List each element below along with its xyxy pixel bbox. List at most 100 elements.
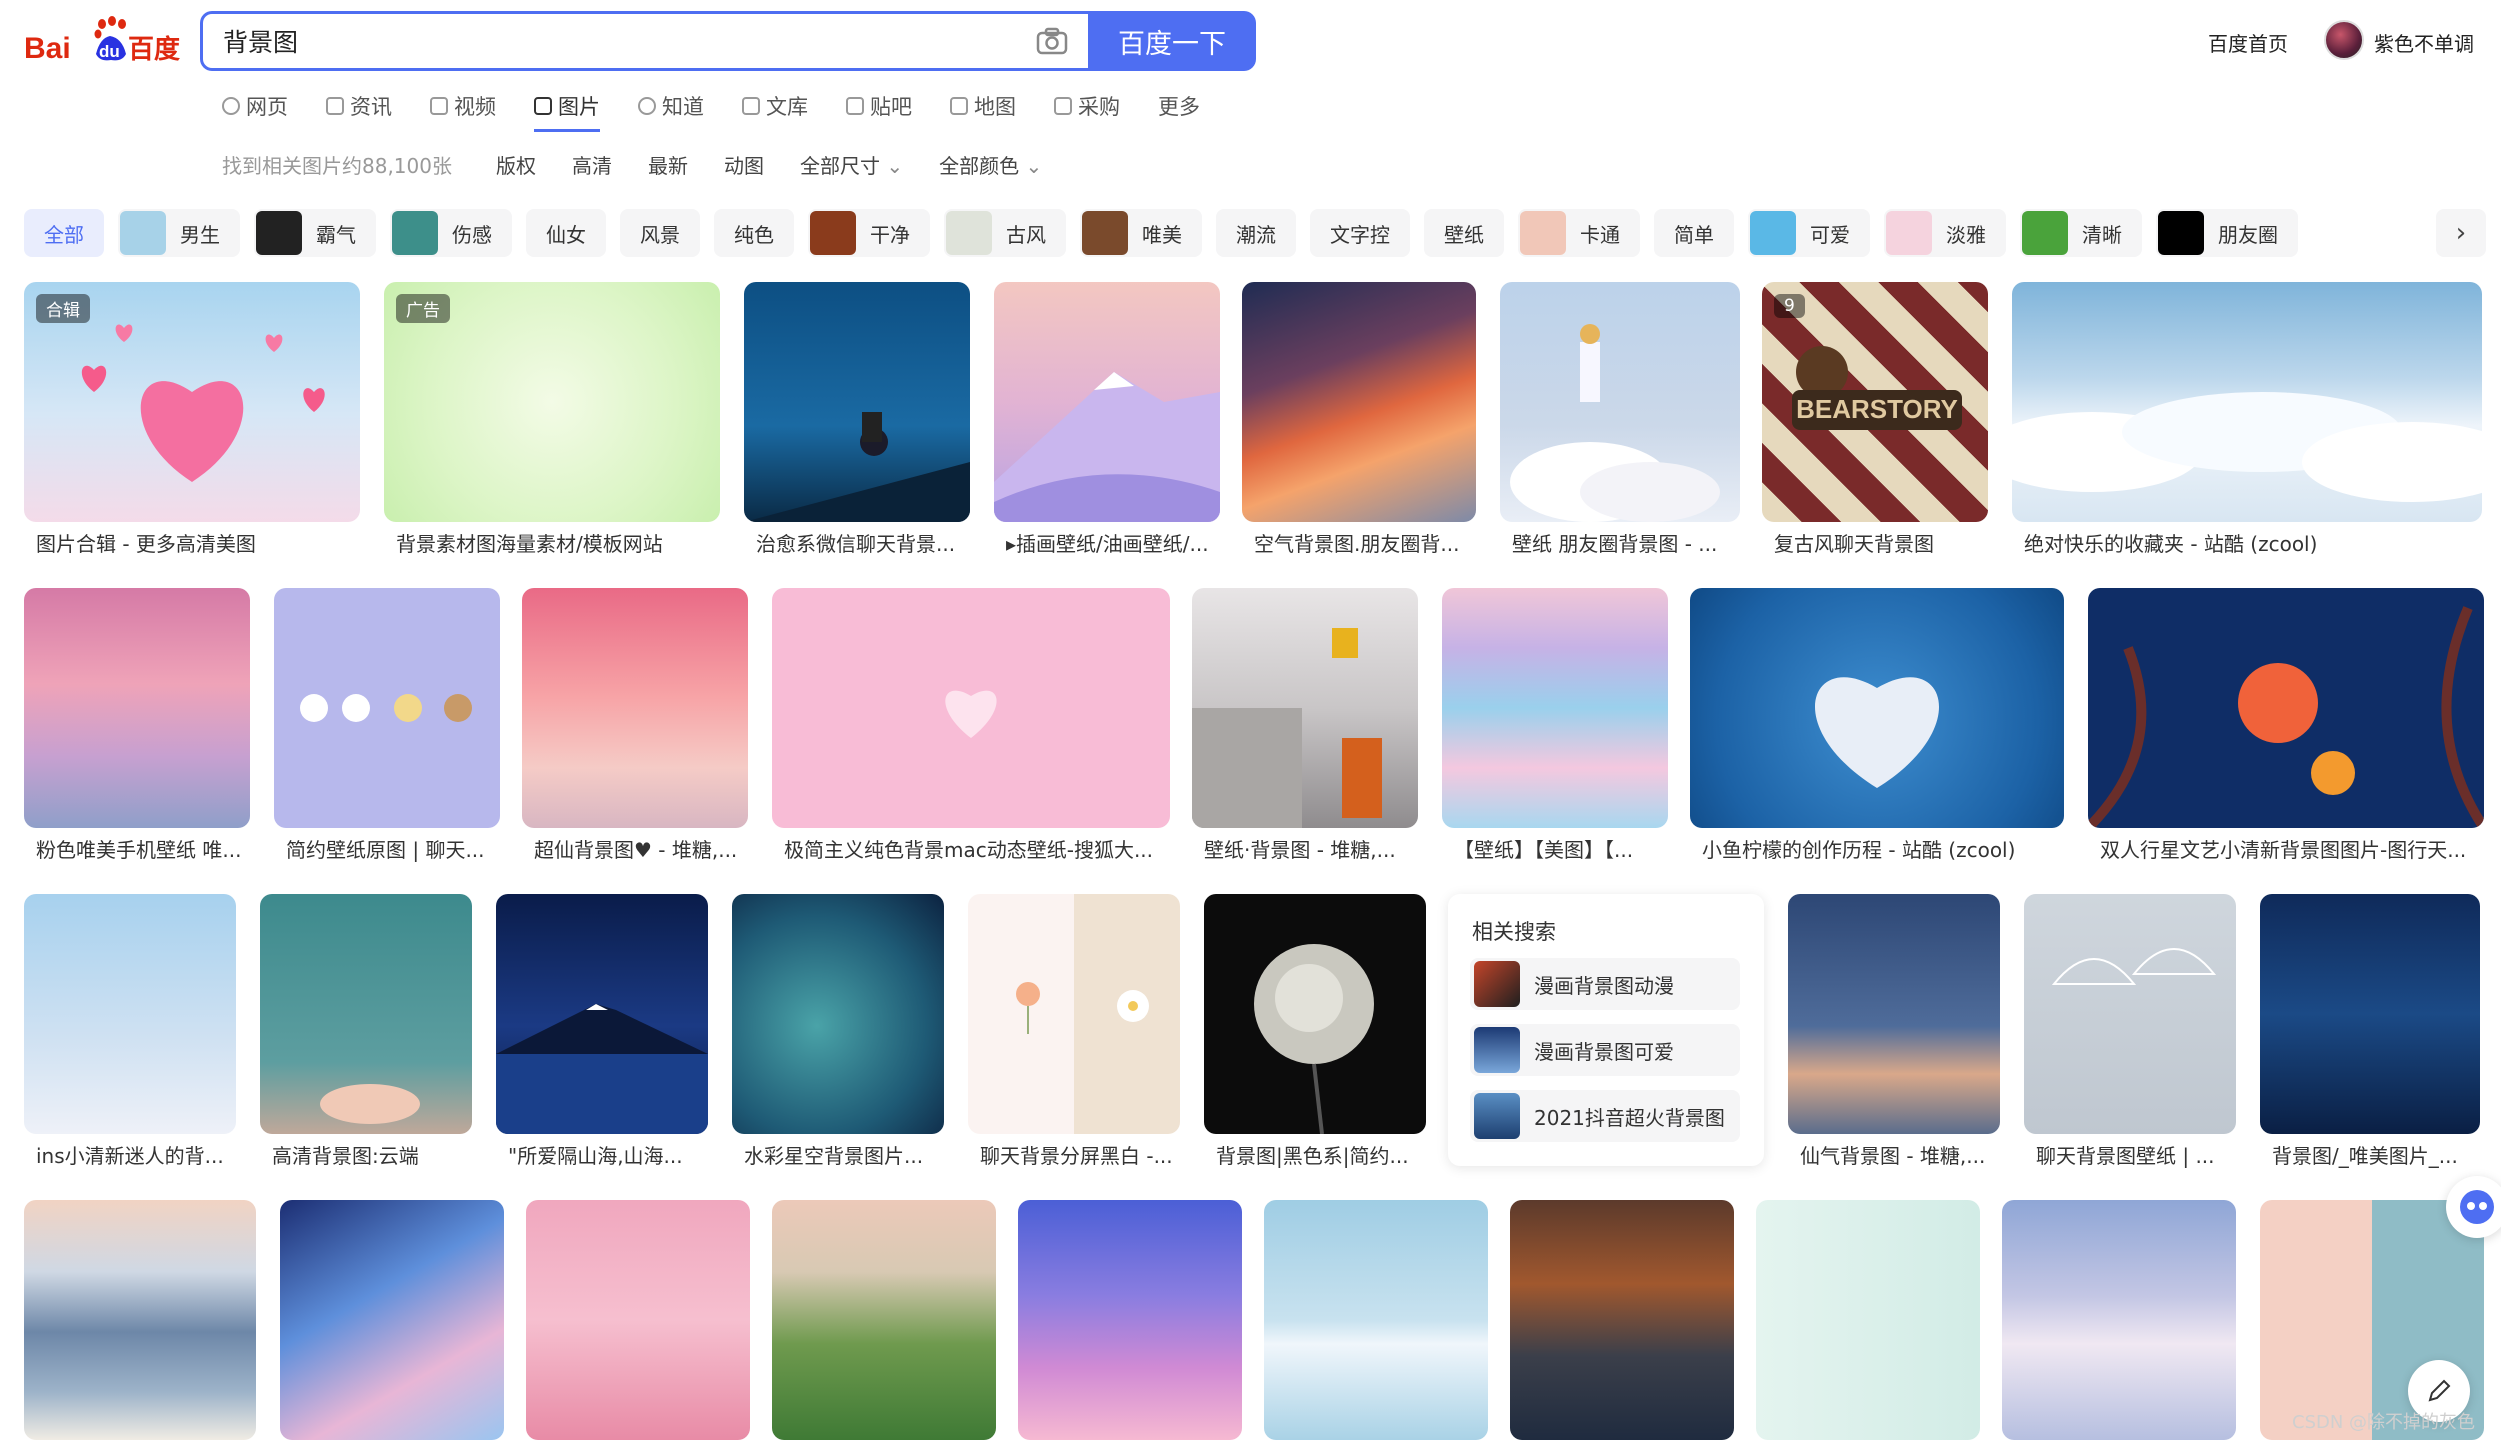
category-chip[interactable]: 干净: [808, 209, 930, 257]
image-thumbnail[interactable]: BEARSTORY 9: [1762, 282, 1988, 522]
image-caption[interactable]: 壁纸·背景图 - 堆糖,...: [1204, 834, 1414, 863]
image-thumbnail[interactable]: 合辑: [24, 282, 360, 522]
image-card[interactable]: 聊天背景图壁纸 | ...: [2024, 894, 2236, 1174]
image-card[interactable]: [280, 1200, 504, 1440]
image-card[interactable]: BEARSTORY 9 复古风聊天背景图: [1762, 282, 1988, 562]
image-caption[interactable]: 背景素材图海量素材/模板网站: [396, 528, 716, 557]
category-chip[interactable]: 可爱: [1748, 209, 1870, 257]
image-card[interactable]: 极简主义纯色背景mac动态壁纸-搜狐大...: [772, 588, 1170, 868]
tab-images[interactable]: 图片: [534, 88, 600, 132]
image-card[interactable]: [1510, 1200, 1734, 1440]
image-thumbnail[interactable]: [1264, 1200, 1488, 1440]
category-chip[interactable]: 淡雅: [1884, 209, 2006, 257]
filter-color-dropdown[interactable]: 全部颜色: [939, 150, 1042, 179]
image-thumbnail[interactable]: [526, 1200, 750, 1440]
image-thumbnail[interactable]: [1500, 282, 1740, 522]
image-card[interactable]: 双人行星文艺小清新背景图图片-图行天...: [2088, 588, 2484, 868]
category-chip[interactable]: 壁纸: [1424, 209, 1504, 257]
image-thumbnail[interactable]: [744, 282, 970, 522]
tab-web[interactable]: 网页: [222, 88, 288, 124]
filter-copyright[interactable]: 版权: [496, 150, 536, 179]
image-caption[interactable]: 【壁纸】【美图】【...: [1454, 834, 1664, 863]
category-chip[interactable]: 纯色: [714, 209, 794, 257]
image-card[interactable]: [526, 1200, 750, 1440]
tab-tieba[interactable]: 贴吧: [846, 88, 912, 124]
image-card[interactable]: [1756, 1200, 1980, 1440]
image-caption[interactable]: ins小清新迷人的背...: [36, 1140, 232, 1169]
image-thumbnail[interactable]: [732, 894, 944, 1134]
image-thumbnail[interactable]: [1442, 588, 1668, 828]
image-thumbnail[interactable]: [24, 588, 250, 828]
image-card[interactable]: ins小清新迷人的背...: [24, 894, 236, 1174]
image-card[interactable]: 背景图|黑色系|简约...: [1204, 894, 1426, 1174]
tab-wenku[interactable]: 文库: [742, 88, 808, 124]
image-card[interactable]: [1018, 1200, 1242, 1440]
image-caption[interactable]: 聊天背景分屏黑白 -...: [980, 1140, 1176, 1169]
image-caption[interactable]: 图片合辑 - 更多高清美图: [36, 528, 356, 557]
image-card[interactable]: 【壁纸】【美图】【...: [1442, 588, 1668, 868]
image-card[interactable]: 空气背景图.朋友圈背...: [1242, 282, 1476, 562]
image-caption[interactable]: 绝对快乐的收藏夹 - 站酷 (zcool): [2024, 528, 2474, 557]
image-caption[interactable]: 简约壁纸原图 | 聊天...: [286, 834, 496, 863]
category-chip[interactable]: 伤感: [390, 209, 512, 257]
image-card[interactable]: 高清背景图:云端: [260, 894, 472, 1174]
category-chip[interactable]: 风景: [620, 209, 700, 257]
tab-purchase[interactable]: 采购: [1054, 88, 1120, 124]
image-card[interactable]: 仙气背景图 - 堆糖,...: [1788, 894, 2000, 1174]
related-item[interactable]: 2021抖音超火背景图: [1470, 1090, 1740, 1142]
image-caption[interactable]: 高清背景图:云端: [272, 1140, 468, 1169]
image-thumbnail[interactable]: [2088, 588, 2484, 828]
category-chip[interactable]: 卡通: [1518, 209, 1640, 257]
image-thumbnail[interactable]: [280, 1200, 504, 1440]
image-card[interactable]: 小鱼柠檬的创作历程 - 站酷 (zcool): [1690, 588, 2064, 868]
image-card[interactable]: 粉色唯美手机壁纸 唯...: [24, 588, 250, 868]
tab-zhidao[interactable]: 知道: [638, 88, 704, 124]
image-caption[interactable]: 聊天背景图壁纸 | ...: [2036, 1140, 2232, 1169]
avatar[interactable]: [2324, 20, 2364, 60]
image-caption[interactable]: 小鱼柠檬的创作历程 - 站酷 (zcool): [1702, 834, 2062, 863]
image-card[interactable]: 水彩星空背景图片...: [732, 894, 944, 1174]
search-input[interactable]: [223, 14, 1003, 68]
image-caption[interactable]: 水彩星空背景图片...: [744, 1140, 940, 1169]
image-thumbnail[interactable]: 广告: [384, 282, 720, 522]
category-chip[interactable]: 朋友圈: [2156, 209, 2298, 257]
tab-map[interactable]: 地图: [950, 88, 1016, 124]
image-caption[interactable]: 复古风聊天背景图: [1774, 528, 1984, 557]
username[interactable]: 紫色不单调: [2374, 28, 2474, 57]
image-thumbnail[interactable]: [260, 894, 472, 1134]
filter-latest[interactable]: 最新: [648, 150, 688, 179]
image-caption[interactable]: 仙气背景图 - 堆糖,...: [1800, 1140, 1996, 1169]
image-card[interactable]: 壁纸·背景图 - 堆糖,...: [1192, 588, 1418, 868]
image-caption[interactable]: 空气背景图.朋友圈背...: [1254, 528, 1472, 557]
chat-assistant-button[interactable]: [2446, 1176, 2501, 1238]
image-caption[interactable]: 壁纸 朋友圈背景图 - ...: [1512, 528, 1736, 557]
image-caption[interactable]: "所爱隔山海,山海...: [508, 1140, 704, 1169]
image-caption[interactable]: 极简主义纯色背景mac动态壁纸-搜狐大...: [784, 834, 1164, 863]
filter-hd[interactable]: 高清: [572, 150, 612, 179]
image-thumbnail[interactable]: [1192, 588, 1418, 828]
image-card[interactable]: 超仙背景图♥ - 堆糖,...: [522, 588, 748, 868]
category-chip[interactable]: 古风: [944, 209, 1066, 257]
image-thumbnail[interactable]: [496, 894, 708, 1134]
image-thumbnail[interactable]: [968, 894, 1180, 1134]
category-chip[interactable]: 文字控: [1310, 209, 1410, 257]
image-thumbnail[interactable]: [2024, 894, 2236, 1134]
image-thumbnail[interactable]: [1788, 894, 2000, 1134]
image-thumbnail[interactable]: [2012, 282, 2482, 522]
image-thumbnail[interactable]: [1242, 282, 1476, 522]
image-caption[interactable]: 背景图/_唯美图片_...: [2272, 1140, 2476, 1169]
image-card[interactable]: ▸插画壁纸/油画壁纸/...: [994, 282, 1220, 562]
image-caption[interactable]: 双人行星文艺小清新背景图图片-图行天...: [2100, 834, 2480, 863]
related-item[interactable]: 漫画背景图动漫: [1470, 958, 1740, 1010]
search-button[interactable]: 百度一下: [1088, 11, 1256, 71]
image-card[interactable]: 绝对快乐的收藏夹 - 站酷 (zcool): [2012, 282, 2482, 562]
tab-news[interactable]: 资讯: [326, 88, 392, 124]
home-link[interactable]: 百度首页: [2208, 28, 2288, 57]
image-thumbnail[interactable]: [1690, 588, 2064, 828]
image-card[interactable]: "所爱隔山海,山海...: [496, 894, 708, 1174]
chevron-right-icon[interactable]: ›: [2436, 209, 2486, 257]
image-card[interactable]: 壁纸 朋友圈背景图 - ...: [1500, 282, 1740, 562]
image-card[interactable]: 合辑 图片合辑 - 更多高清美图: [24, 282, 360, 562]
image-thumbnail[interactable]: [274, 588, 500, 828]
related-item[interactable]: 漫画背景图可爱: [1470, 1024, 1740, 1076]
